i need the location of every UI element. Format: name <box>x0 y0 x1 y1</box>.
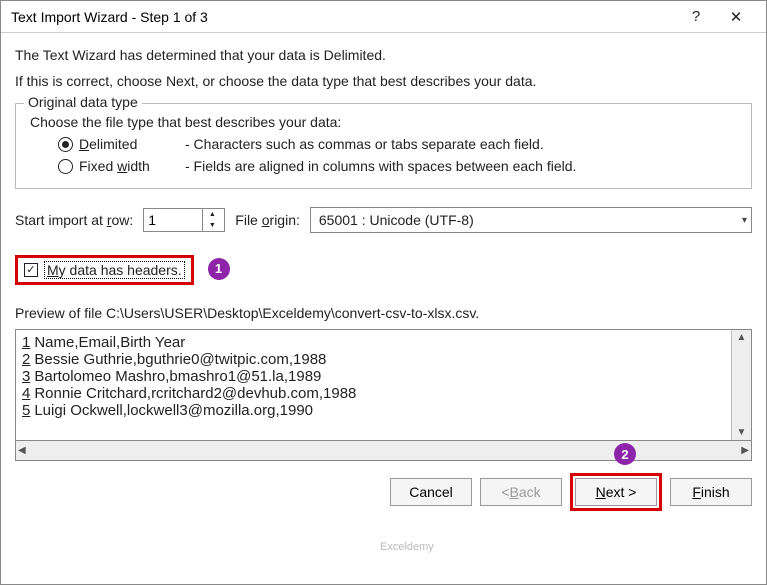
radio-delimited[interactable] <box>58 137 73 152</box>
start-row-label: Start import at row: <box>15 212 133 228</box>
preview-scrollbar-horizontal[interactable]: ◀ ▶ <box>15 441 752 461</box>
spinner-up-icon[interactable]: ▲ <box>203 209 221 220</box>
group-legend: Original data type <box>24 94 142 110</box>
file-origin-select[interactable]: 65001 : Unicode (UTF-8) ▾ <box>310 207 752 233</box>
radio-delimited-desc: - Characters such as commas or tabs sepa… <box>185 136 544 152</box>
spinner-down-icon[interactable]: ▼ <box>203 220 221 231</box>
cancel-button[interactable]: Cancel <box>390 478 472 506</box>
headers-checkbox-label: My data has headers. <box>44 261 185 279</box>
import-options-row: Start import at row: ▲ ▼ File origin: 65… <box>15 207 752 233</box>
next-button[interactable]: Next > <box>575 478 657 506</box>
radio-fixedwidth-row[interactable]: Fixed width - Fields are aligned in colu… <box>58 158 737 174</box>
radio-delimited-row[interactable]: Delimited - Characters such as commas or… <box>58 136 737 152</box>
intro-text-2: If this is correct, choose Next, or choo… <box>15 73 752 89</box>
start-row-spinner[interactable]: ▲ ▼ <box>143 208 225 232</box>
help-button[interactable]: ? <box>676 8 716 25</box>
preview-row: 4Ronnie Critchard,rcritchard2@devhub.com… <box>22 385 725 402</box>
file-origin-label: File origin: <box>235 212 300 228</box>
dialog-content: The Text Wizard has determined that your… <box>1 33 766 461</box>
radio-fixedwidth[interactable] <box>58 159 73 174</box>
back-button: < Back <box>480 478 562 506</box>
original-data-type-group: Original data type Choose the file type … <box>15 103 752 189</box>
next-button-highlight: Next > <box>570 473 662 511</box>
annotation-callout-2: 2 <box>614 443 636 465</box>
radio-fixedwidth-label: Fixed width <box>79 158 179 174</box>
preview-row: 5Luigi Ockwell,lockwell3@mozilla.org,199… <box>22 402 725 419</box>
scroll-left-icon[interactable]: ◀ <box>16 443 28 458</box>
headers-checkbox[interactable]: ✓ <box>24 263 38 277</box>
preview-lines: 1Name,Email,Birth Year 2Bessie Guthrie,b… <box>16 330 731 440</box>
preview-row: 2Bessie Guthrie,bguthrie0@twitpic.com,19… <box>22 351 725 368</box>
start-row-input[interactable] <box>144 209 202 231</box>
close-button[interactable]: ✕ <box>716 8 756 26</box>
group-description: Choose the file type that best describes… <box>30 114 737 130</box>
window-title: Text Import Wizard - Step 1 of 3 <box>11 9 676 25</box>
radio-delimited-label: Delimited <box>79 136 179 152</box>
scroll-down-icon[interactable]: ▼ <box>735 425 749 440</box>
scroll-right-icon[interactable]: ▶ <box>739 443 751 458</box>
watermark: Exceldemy <box>380 541 434 553</box>
finish-button[interactable]: Finish <box>670 478 752 506</box>
scroll-up-icon[interactable]: ▲ <box>735 330 749 345</box>
headers-checkbox-row[interactable]: ✓ My data has headers. <box>15 255 194 285</box>
file-origin-value: 65001 : Unicode (UTF-8) <box>319 212 474 228</box>
preview-row: 3Bartolomeo Mashro,bmashro1@51.la,1989 <box>22 368 725 385</box>
preview-row: 1Name,Email,Birth Year <box>22 334 725 351</box>
preview-label: Preview of file C:\Users\USER\Desktop\Ex… <box>15 305 752 321</box>
preview-scrollbar-vertical[interactable]: ▲ ▼ <box>731 330 751 440</box>
dialog-footer: 2 Cancel < Back Next > Finish <box>1 465 766 519</box>
intro-text-1: The Text Wizard has determined that your… <box>15 47 752 63</box>
title-bar: Text Import Wizard - Step 1 of 3 ? ✕ <box>1 1 766 33</box>
headers-checkbox-container: ✓ My data has headers. 1 <box>15 255 752 305</box>
annotation-callout-1: 1 <box>208 258 230 280</box>
preview-box: 1Name,Email,Birth Year 2Bessie Guthrie,b… <box>15 329 752 441</box>
radio-fixedwidth-desc: - Fields are aligned in columns with spa… <box>185 158 576 174</box>
chevron-down-icon: ▾ <box>742 215 747 226</box>
